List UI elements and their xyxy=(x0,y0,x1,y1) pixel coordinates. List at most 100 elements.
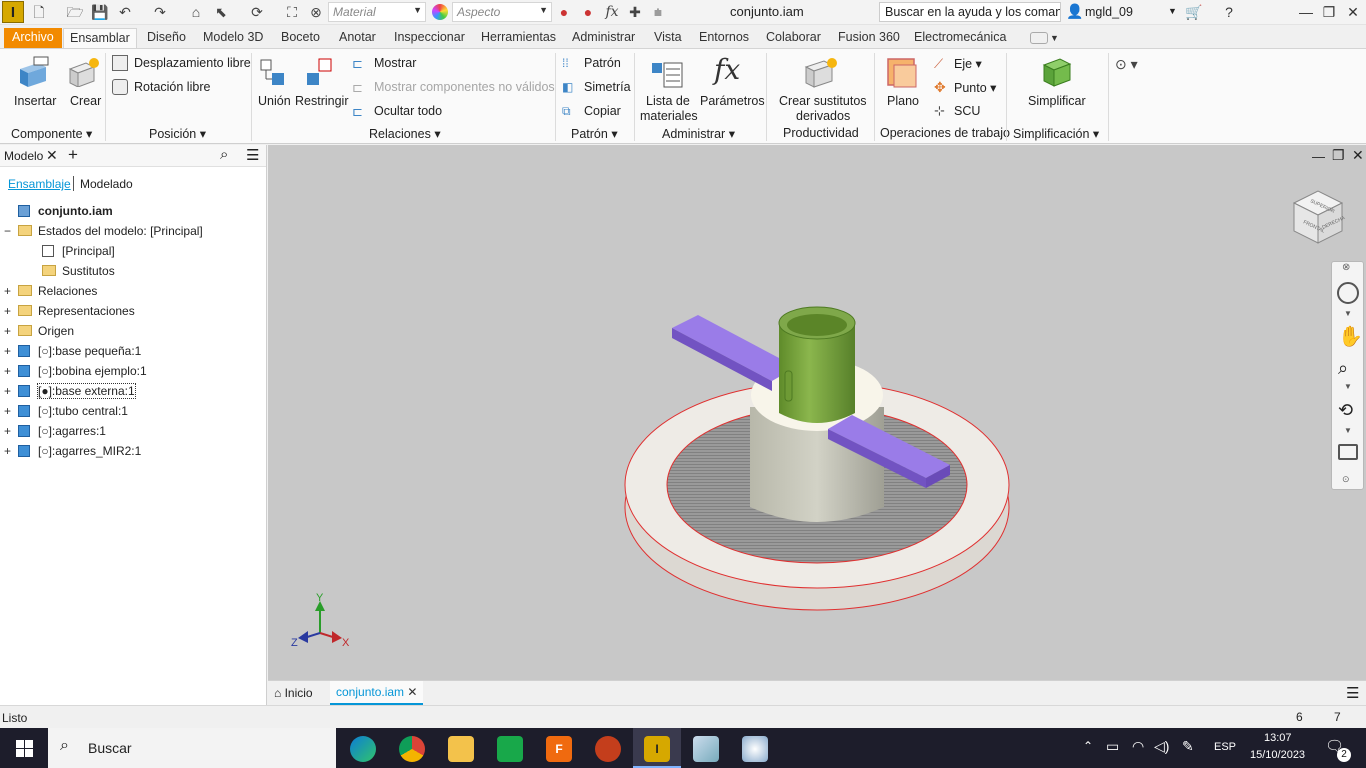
group-label-productividad[interactable]: Productividad xyxy=(783,126,859,140)
minimize-icon[interactable]: — xyxy=(1295,2,1317,22)
close-icon[interactable]: ✕ xyxy=(46,147,58,164)
group-label-administrar[interactable]: Administrar ▾ xyxy=(662,126,735,141)
eje-button[interactable]: ⟋ Eje ▾ xyxy=(934,55,994,73)
tab-conjunto-iam[interactable]: conjunto.iam ✕ xyxy=(330,681,424,705)
menu-icon[interactable]: ☰ xyxy=(246,146,259,164)
redo-icon[interactable]: ↷ xyxy=(151,3,169,21)
scu-button[interactable]: ⊹ SCU xyxy=(934,103,994,121)
select-icon[interactable]: ⬉ xyxy=(212,3,230,21)
adjust-appearance-icon[interactable]: ● xyxy=(555,3,573,21)
add-panel-icon[interactable]: + xyxy=(68,145,78,165)
tab-herramientas[interactable]: Herramientas xyxy=(481,28,556,48)
simplificar-button[interactable]: Simplificar xyxy=(1024,53,1088,109)
restringir-button[interactable]: Restringir xyxy=(295,53,349,109)
clear-appearance-icon[interactable]: ● xyxy=(579,3,597,21)
view-cube[interactable]: FRONTAL DERECHA SUPERIOR xyxy=(1286,185,1352,251)
new-file-icon[interactable]: 🗋 xyxy=(30,3,48,21)
battery-icon[interactable]: ▭ xyxy=(1106,738,1119,755)
tree-item[interactable]: + [○]:agarres_MIR2:1 xyxy=(0,441,267,461)
help-icon[interactable]: ? xyxy=(1218,2,1240,22)
graphics-viewport[interactable]: — ❐ ✕ FRONTAL DERECHA SUPERIOR Y X Z xyxy=(268,145,1366,680)
group-label-simplificacion[interactable]: Simplificación ▾ xyxy=(1013,126,1099,141)
tab-entornos[interactable]: Entornos xyxy=(699,28,749,48)
expand-icon[interactable]: + xyxy=(4,424,14,438)
expand-icon[interactable]: + xyxy=(4,444,14,458)
tab-vista[interactable]: Vista xyxy=(654,28,682,48)
tree-item[interactable]: + [○]:agarres:1 xyxy=(0,421,267,441)
chevron-down-icon[interactable]: ▼ xyxy=(1168,6,1177,16)
expand-icon[interactable]: + xyxy=(4,364,14,378)
orbit-icon[interactable]: ⟲ xyxy=(1338,400,1353,421)
help-search-input[interactable]: Buscar en la ayuda y los comanc xyxy=(879,2,1061,22)
tab-colaborar[interactable]: Colaborar xyxy=(766,28,821,48)
color-override-icon[interactable]: ⊗ xyxy=(307,3,325,21)
close-icon[interactable]: ✕ xyxy=(1342,2,1364,22)
tab-ensamblar[interactable]: Ensamblar xyxy=(63,28,137,48)
tab-modelado[interactable]: Modelado xyxy=(80,177,133,191)
plano-button[interactable]: Plano xyxy=(882,53,924,113)
expand-icon[interactable]: + xyxy=(4,304,14,318)
ocultar-todo-button[interactable]: ⊏ Ocultar todo xyxy=(352,103,552,121)
fusion-360-icon[interactable]: F xyxy=(546,736,572,762)
tab-boceto[interactable]: Boceto xyxy=(281,28,320,48)
home-icon[interactable]: ⌂ xyxy=(187,3,205,21)
open-folder-icon[interactable]: 🗁 xyxy=(66,3,84,21)
tree-item[interactable]: Sustitutos xyxy=(0,261,267,281)
search-icon[interactable]: ⌕ xyxy=(220,146,228,163)
chevron-down-icon[interactable]: ▼ xyxy=(1344,382,1352,391)
viewer-icon[interactable] xyxy=(693,736,719,762)
tree-item[interactable]: + [○]:tubo central:1 xyxy=(0,401,267,421)
tab-administrar[interactable]: Administrar xyxy=(572,28,635,48)
chrome-icon[interactable] xyxy=(399,736,425,762)
simetria-button[interactable]: ◧ Simetría xyxy=(562,79,632,97)
punto-button[interactable]: ✥ Punto ▾ xyxy=(934,79,1004,97)
group-label-operaciones[interactable]: Operaciones de trabajo xyxy=(880,126,1010,140)
tree-item[interactable]: + Representaciones xyxy=(0,301,267,321)
crear-button[interactable]: Crear xyxy=(64,53,106,109)
wifi-icon[interactable]: ◠ xyxy=(1132,738,1144,755)
user-name[interactable]: mgld_09 xyxy=(1085,5,1133,19)
tree-item[interactable]: conjunto.iam xyxy=(0,201,267,221)
tab-archivo[interactable]: Archivo xyxy=(4,28,62,48)
expand-icon[interactable]: + xyxy=(4,324,14,338)
tree-item[interactable]: − Estados del modelo: [Principal] xyxy=(0,221,267,241)
patron-button[interactable]: ⁞⁞ Patrón xyxy=(562,55,632,73)
rotacion-libre-button[interactable]: Rotación libre xyxy=(112,79,252,97)
expand-icon[interactable]: + xyxy=(4,284,14,298)
desplazamiento-libre-button[interactable]: Desplazamiento libre xyxy=(112,55,252,73)
tab-ensamblaje[interactable]: Ensamblaje xyxy=(8,177,71,191)
fx-icon[interactable]: fx xyxy=(603,3,621,21)
tab-electromecanica[interactable]: Electromecánica xyxy=(914,28,1006,48)
material-combo[interactable]: Material ▼ xyxy=(328,2,426,22)
close-icon[interactable]: ✕ xyxy=(407,685,417,699)
taskbar-search[interactable]: ⌕ Buscar xyxy=(48,728,336,768)
union-button[interactable]: Unión xyxy=(256,53,292,109)
lista-materiales-button[interactable]: Lista de materiales xyxy=(640,53,698,123)
windows-start-icon[interactable] xyxy=(16,740,33,757)
inventor-taskbar-item[interactable]: I xyxy=(633,728,681,768)
expand-icon[interactable]: + xyxy=(4,384,14,398)
tab-diseno[interactable]: Diseño xyxy=(147,28,186,48)
customize-icon[interactable]: ⊙ xyxy=(1342,474,1350,485)
tree-item[interactable]: + [●]:base externa:1 xyxy=(0,381,267,401)
tab-anotar[interactable]: Anotar xyxy=(339,28,376,48)
chevron-down-icon[interactable]: ▼ xyxy=(1344,426,1352,435)
close-icon[interactable]: ⊗ xyxy=(1342,262,1350,273)
save-icon[interactable]: 💾 xyxy=(91,3,109,21)
group-label-posicion[interactable]: Posición ▾ xyxy=(149,126,206,141)
plus-icon[interactable]: ✚ xyxy=(626,3,644,21)
look-at-icon[interactable] xyxy=(1338,444,1358,460)
app-logo[interactable]: I xyxy=(2,1,24,23)
paint-icon[interactable] xyxy=(742,736,768,762)
menu-icon[interactable]: ☰ xyxy=(1346,684,1359,702)
crear-sustitutos-button[interactable]: Crear sustitutos derivados xyxy=(776,53,872,123)
clock-time[interactable]: 13:07 xyxy=(1264,732,1292,744)
green-app-icon[interactable] xyxy=(497,736,523,762)
chevron-up-icon[interactable]: ⌃ xyxy=(1083,739,1093,753)
user-icon[interactable]: 👤 xyxy=(1066,3,1083,21)
tab-fusion-360[interactable]: Fusion 360 xyxy=(838,28,900,48)
tree-item[interactable]: + [○]:bobina ejemplo:1 xyxy=(0,361,267,381)
pen-icon[interactable]: ✎ xyxy=(1182,738,1194,755)
powerpoint-icon[interactable] xyxy=(595,736,621,762)
pan-icon[interactable]: ✋ xyxy=(1338,324,1363,349)
